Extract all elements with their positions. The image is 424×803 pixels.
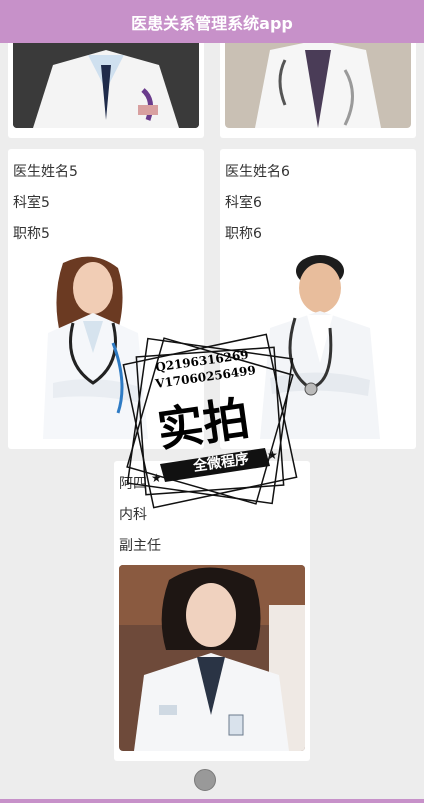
doctor-photo	[13, 253, 199, 439]
doctor-card[interactable]: 医生姓名6 科室6 职称6	[220, 149, 416, 449]
doctor-photo	[225, 253, 411, 439]
doctor-photo	[13, 30, 199, 128]
doctor-name: 阿四	[119, 476, 147, 492]
doctor-department: 科室5	[13, 195, 50, 211]
doctor-card[interactable]: 医生姓名5 科室5 职称5	[8, 149, 204, 449]
doctor-name: 医生姓名6	[225, 164, 290, 180]
doctor-photo	[225, 30, 411, 128]
doctor-photo	[119, 565, 305, 751]
bottom-accent-bar	[0, 799, 424, 803]
app-header: 医患关系管理系统app	[0, 0, 424, 43]
doctor-department: 内科	[119, 507, 147, 523]
doctor-title: 职称5	[13, 226, 50, 242]
doctor-card[interactable]: 阿四 内科 副主任	[114, 461, 310, 761]
doctor-card-partial-right[interactable]	[220, 30, 416, 138]
doctor-card-partial-left[interactable]	[8, 30, 204, 138]
scroll-top-button[interactable]	[194, 769, 216, 791]
doctor-department: 科室6	[225, 195, 262, 211]
doctor-title: 副主任	[119, 538, 161, 554]
doctor-title: 职称6	[225, 226, 262, 242]
app-title: 医患关系管理系统app	[131, 13, 293, 33]
doctor-name: 医生姓名5	[13, 164, 78, 180]
svg-text:★: ★	[267, 448, 278, 462]
